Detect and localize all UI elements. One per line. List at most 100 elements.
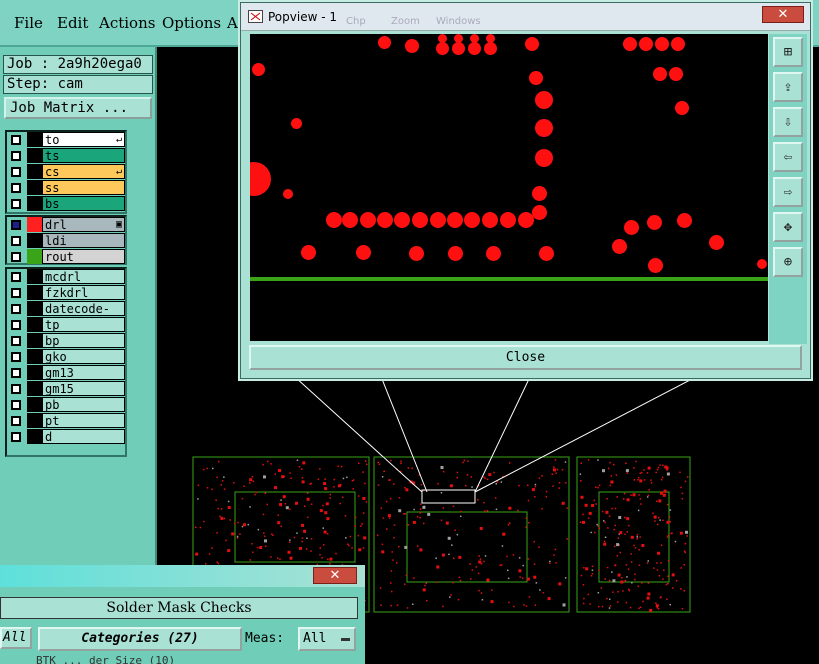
- layer-row-ts[interactable]: ts: [7, 148, 125, 164]
- layer-checkbox[interactable]: [11, 183, 21, 193]
- layer-row-to[interactable]: to ↵: [7, 132, 125, 148]
- layer-checkbox[interactable]: [11, 220, 21, 230]
- layer-checkbox[interactable]: [11, 288, 21, 298]
- layer-row-fzkdrl[interactable]: fzkdrl: [7, 285, 125, 301]
- board-feature: [480, 592, 483, 594]
- layer-checkbox[interactable]: [11, 320, 21, 330]
- layer-checkbox[interactable]: [11, 336, 21, 346]
- layer-label: bs: [45, 197, 60, 211]
- layer-checkbox[interactable]: [11, 151, 21, 161]
- pad: [708, 234, 724, 250]
- layer-row-gm15[interactable]: gm15: [7, 381, 125, 397]
- menu-edit[interactable]: Edit: [57, 14, 88, 32]
- board-feature: [656, 607, 658, 609]
- board-feature: [362, 497, 366, 500]
- layer-checkbox[interactable]: [11, 167, 21, 177]
- layer-checkbox[interactable]: [11, 400, 21, 410]
- pan-left-icon[interactable]: ⇦: [773, 142, 803, 172]
- layer-row-tp[interactable]: tp: [7, 317, 125, 333]
- board-feature: [614, 524, 616, 527]
- layer-row-pt[interactable]: pt: [7, 413, 125, 429]
- board-feature: [249, 506, 251, 508]
- layer-row-ss[interactable]: ss: [7, 180, 125, 196]
- layer-color-swatch: [27, 180, 42, 195]
- board-feature: [538, 546, 540, 548]
- zoom-center-icon[interactable]: ⊕: [773, 247, 803, 277]
- board-feature: [227, 500, 230, 503]
- board-feature: [447, 536, 451, 540]
- zoom-in-icon[interactable]: ⇩: [773, 107, 803, 137]
- category-row[interactable]: BTK ... der Size (10): [36, 656, 356, 664]
- solder-titlebar[interactable]: ✕: [0, 565, 365, 587]
- layer-color-swatch: [27, 249, 42, 264]
- job-matrix-button[interactable]: Job Matrix ...: [4, 97, 152, 119]
- layer-row-pb[interactable]: pb: [7, 397, 125, 413]
- layer-label: gm13: [45, 366, 74, 380]
- board-feature: [597, 525, 599, 527]
- layer-row-cs[interactable]: cs ↵: [7, 164, 125, 180]
- board-feature: [298, 465, 301, 468]
- layer-row-rout[interactable]: rout: [7, 249, 125, 265]
- layer-checkbox[interactable]: [11, 304, 21, 314]
- board-feature: [453, 557, 455, 560]
- layer-color-swatch: [27, 397, 42, 412]
- layer-checkbox[interactable]: [11, 352, 21, 362]
- layer-row-d[interactable]: d: [7, 429, 125, 445]
- board-feature: [637, 509, 640, 512]
- popview-close-button[interactable]: Close: [249, 345, 802, 370]
- layer-row-gko[interactable]: gko: [7, 349, 125, 365]
- board-feature: [495, 508, 498, 511]
- board-feature: [220, 516, 224, 520]
- board-feature: [628, 524, 630, 527]
- board-feature: [601, 510, 604, 513]
- layer-row-mcdrl[interactable]: mcdrl: [7, 269, 125, 285]
- solder-close-button[interactable]: ✕: [313, 567, 357, 584]
- layer-row-drl[interactable]: drl ▣: [7, 217, 125, 233]
- board-feature: [329, 497, 331, 499]
- layer-checkbox[interactable]: [11, 432, 21, 442]
- pan-right-icon[interactable]: ⇨: [773, 177, 803, 207]
- board-feature: [596, 523, 598, 526]
- board-feature: [296, 532, 298, 534]
- zoom-fit-icon[interactable]: ⊞: [773, 37, 803, 67]
- board-feature: [405, 488, 409, 492]
- zoom-home-icon[interactable]: ⇪: [773, 72, 803, 102]
- board-feature: [237, 521, 239, 524]
- layer-row-bs[interactable]: bs: [7, 196, 125, 212]
- zoom-expand-icon[interactable]: ✥: [773, 212, 803, 242]
- pad: [453, 34, 463, 43]
- layer-name: ss: [42, 180, 125, 195]
- pad: [326, 212, 342, 228]
- popview-titlebar[interactable]: Popview - 1 Chp Zoom Windows ✕: [241, 3, 810, 31]
- popview-canvas[interactable]: [250, 34, 768, 341]
- layer-checkbox[interactable]: [11, 252, 21, 262]
- categories-button[interactable]: Categories (27): [38, 627, 242, 651]
- layer-checkbox[interactable]: [11, 384, 21, 394]
- board-feature: [398, 509, 402, 513]
- layer-row-datecode-to[interactable]: datecode-to: [7, 301, 125, 330]
- menu-actions[interactable]: Actions: [99, 14, 155, 32]
- menu-options[interactable]: Options: [162, 14, 221, 32]
- layer-checkbox[interactable]: [11, 368, 21, 378]
- board-feature: [605, 510, 609, 514]
- menu-file[interactable]: File: [14, 14, 43, 32]
- layer-row-bp[interactable]: bp: [7, 333, 125, 349]
- layer-checkbox[interactable]: [11, 272, 21, 282]
- layer-row-ldi[interactable]: ldi: [7, 233, 125, 249]
- all-filter-button[interactable]: All: [0, 627, 32, 649]
- layer-color-swatch: [27, 132, 42, 147]
- pad: [283, 189, 293, 199]
- layer-checkbox[interactable]: [11, 135, 21, 145]
- meas-select[interactable]: All: [298, 627, 356, 651]
- layer-checkbox[interactable]: [11, 199, 21, 209]
- board-feature: [247, 523, 249, 526]
- popview-close-x-button[interactable]: ✕: [762, 6, 804, 23]
- pad: [671, 37, 685, 51]
- layer-checkbox[interactable]: [11, 236, 21, 246]
- board-feature: [633, 479, 636, 481]
- menu-analysis[interactable]: A: [227, 14, 238, 32]
- layer-checkbox[interactable]: [11, 416, 21, 426]
- layer-label: to: [45, 133, 60, 147]
- layer-row-gm13[interactable]: gm13: [7, 365, 125, 381]
- board-feature: [656, 500, 658, 502]
